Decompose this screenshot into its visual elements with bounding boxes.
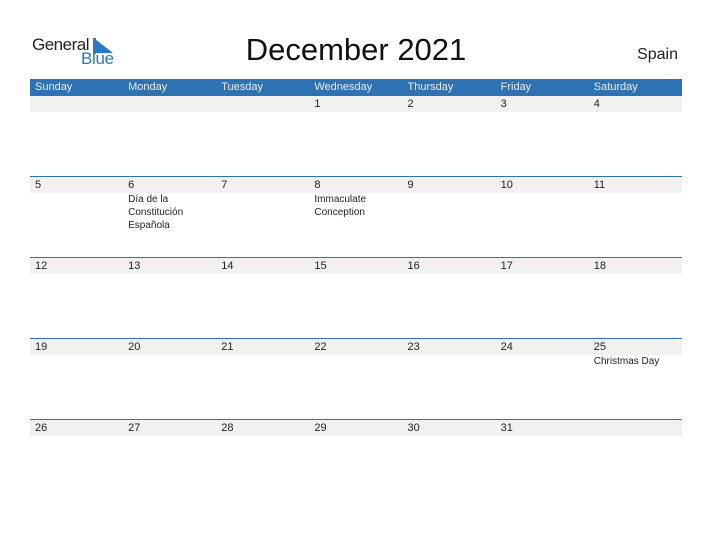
day-number: 30 (407, 422, 420, 434)
week-row: 26 27 28 29 30 31 (30, 419, 682, 436)
day-number: 29 (314, 422, 327, 434)
day-number: 20 (128, 341, 141, 353)
week-date-band: 1 2 3 4 (30, 96, 682, 112)
holiday-label (403, 355, 496, 368)
holiday-label (309, 355, 402, 368)
day-number: 21 (221, 341, 234, 353)
day-number: 28 (221, 422, 234, 434)
day-number: 24 (500, 341, 513, 353)
holiday-label: Día de la Constitución Española (128, 194, 184, 231)
weekday-sunday: Sunday (35, 81, 73, 93)
day-number (589, 420, 682, 436)
weekday-header: Sunday Monday Tuesday Wednesday Thursday… (30, 79, 682, 96)
day-number: 13 (128, 260, 141, 272)
day-number: 23 (407, 341, 420, 353)
holiday-label: Christmas Day (593, 356, 660, 367)
holiday-label (123, 355, 216, 368)
week-date-band: 12 13 14 15 16 17 18 (30, 258, 682, 274)
holiday-label (589, 193, 682, 232)
day-number: 22 (314, 341, 327, 353)
day-number: 17 (500, 260, 513, 272)
day-number: 8 (314, 179, 321, 191)
week-holiday-row: Christmas Day (30, 355, 682, 368)
day-number: 11 (593, 179, 606, 191)
calendar-title: December 2021 (245, 32, 467, 67)
week-date-band: 26 27 28 29 30 31 (30, 420, 682, 436)
day-number: 5 (35, 179, 42, 191)
weekday-saturday: Saturday (593, 81, 638, 93)
day-number: 6 (128, 179, 135, 191)
week-row: 5 6 7 8 9 10 11 Día de la Constitución Española… (30, 176, 682, 232)
day-number (216, 96, 309, 112)
day-number: 19 (35, 341, 48, 353)
week-row: 1 2 3 4 (30, 96, 682, 112)
day-number: 14 (221, 260, 234, 272)
holiday-label (216, 355, 309, 368)
day-number: 10 (500, 179, 513, 191)
weekday-thursday: Thursday (407, 81, 454, 93)
day-number: 2 (407, 98, 414, 110)
weekday-tuesday: Tuesday (221, 81, 264, 93)
day-number: 12 (35, 260, 48, 272)
day-number: 9 (407, 179, 414, 191)
day-number: 26 (35, 422, 48, 434)
day-number: 31 (500, 422, 513, 434)
week-row: 19 20 21 22 23 24 25 Christmas Day (30, 338, 682, 368)
day-number: 15 (314, 260, 327, 272)
holiday-label (403, 193, 496, 232)
week-date-band: 19 20 21 22 23 24 25 (30, 339, 682, 355)
day-number: 18 (593, 260, 606, 272)
day-number: 7 (221, 179, 228, 191)
weekday-wednesday: Wednesday (314, 81, 373, 93)
holiday-label (496, 193, 589, 232)
weekday-friday: Friday (500, 81, 532, 93)
day-number: 25 (593, 341, 606, 353)
holiday-label (30, 193, 123, 232)
holiday-label (496, 355, 589, 368)
week-date-band: 5 6 7 8 9 10 11 (30, 177, 682, 193)
day-number (123, 96, 216, 112)
weekday-monday: Monday (128, 81, 168, 93)
week-row: 12 13 14 15 16 17 18 (30, 257, 682, 274)
holiday-label (30, 355, 123, 368)
week-holiday-row: Día de la Constitución Española Immaculat… (30, 193, 682, 232)
day-number: 4 (593, 98, 600, 110)
holiday-label (216, 193, 309, 232)
day-number: 1 (314, 98, 321, 110)
day-number: 27 (128, 422, 141, 434)
day-number: 16 (407, 260, 420, 272)
holiday-label: Immaculate Conception (314, 194, 367, 218)
day-number: 3 (500, 98, 507, 110)
country-label: Spain (637, 46, 678, 63)
day-number (30, 96, 123, 112)
